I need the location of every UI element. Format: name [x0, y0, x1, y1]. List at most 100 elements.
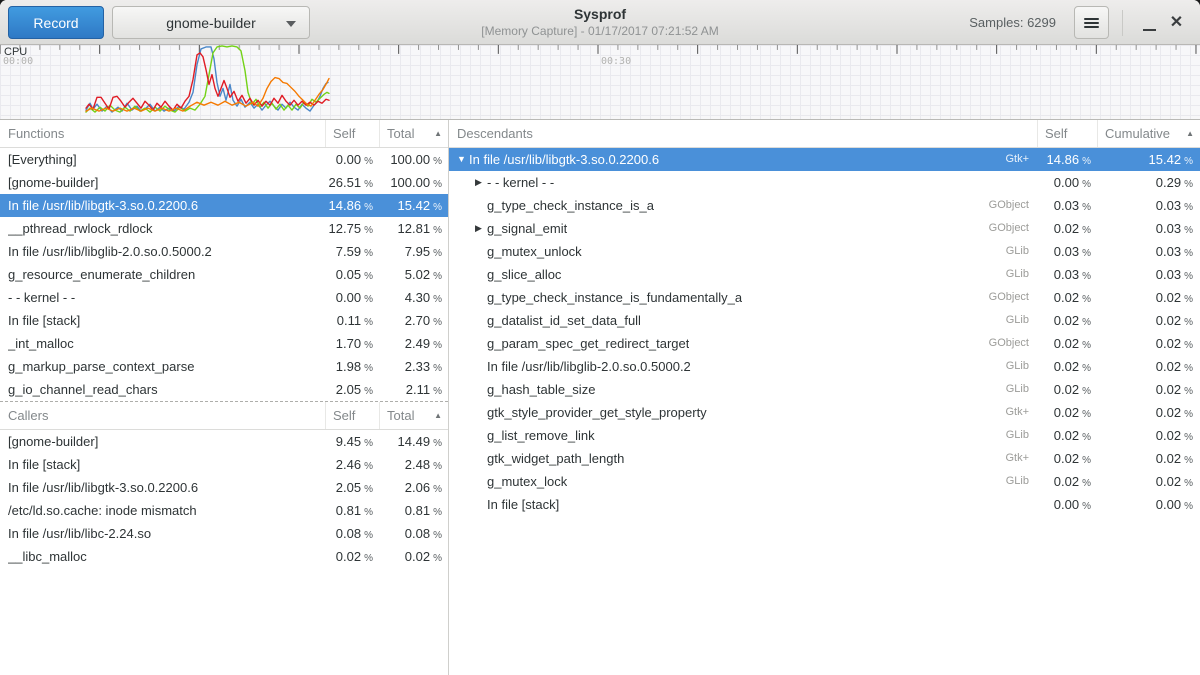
self-value-number: 0.03	[1054, 267, 1079, 282]
table-row[interactable]: ▶- - kernel - -0.00%0.29%	[449, 171, 1200, 194]
table-row[interactable]: g_datalist_id_set_data_fullGLib0.02%0.02…	[449, 309, 1200, 332]
table-row[interactable]: In file /usr/lib/libgtk-3.so.0.2200.62.0…	[0, 476, 448, 499]
percent-sign: %	[364, 484, 373, 495]
cumulative-value-number: 0.03	[1156, 221, 1181, 236]
column-header-total[interactable]: Total ▲	[379, 120, 448, 147]
self-value: 0.00%	[1037, 493, 1097, 516]
column-header-total[interactable]: Total ▲	[379, 402, 448, 429]
percent-sign: %	[1184, 225, 1193, 236]
column-header-callers[interactable]: Callers	[0, 402, 325, 429]
library-tag: GLib	[1006, 378, 1037, 401]
percent-sign: %	[364, 156, 373, 167]
column-header-self[interactable]: Self	[325, 120, 379, 147]
table-row[interactable]: /etc/ld.so.cache: inode mismatch0.81%0.8…	[0, 499, 448, 522]
table-row[interactable]: ▼In file /usr/lib/libgtk-3.so.0.2200.6Gt…	[449, 148, 1200, 171]
table-row[interactable]: g_list_remove_linkGLib0.02%0.02%	[449, 424, 1200, 447]
total-value: 0.02%	[379, 545, 448, 568]
percent-sign: %	[1184, 363, 1193, 374]
table-row[interactable]: - - kernel - -0.00%4.30%	[0, 286, 448, 309]
self-value: 2.46%	[325, 453, 379, 476]
cumulative-value: 0.03%	[1097, 217, 1200, 240]
column-header-descendants[interactable]: Descendants	[449, 120, 1037, 147]
table-row[interactable]: g_resource_enumerate_children0.05%5.02%	[0, 263, 448, 286]
table-row[interactable]: In file [stack]2.46%2.48%	[0, 453, 448, 476]
table-row[interactable]: g_markup_parse_context_parse1.98%2.33%	[0, 355, 448, 378]
record-button[interactable]: Record	[8, 6, 104, 39]
total-value: 0.81%	[379, 499, 448, 522]
total-value: 2.48%	[379, 453, 448, 476]
column-header-self[interactable]: Self	[1037, 120, 1097, 147]
percent-sign: %	[1082, 386, 1091, 397]
table-row[interactable]: gtk_style_provider_get_style_propertyGtk…	[449, 401, 1200, 424]
self-value-number: 0.05	[336, 267, 361, 282]
minimize-button[interactable]	[1136, 6, 1163, 39]
process-selector-dropdown[interactable]: gnome-builder	[112, 6, 310, 39]
table-row[interactable]: In file /usr/lib/libgtk-3.so.0.2200.614.…	[0, 194, 448, 217]
table-row[interactable]: _int_malloc1.70%2.49%	[0, 332, 448, 355]
table-row[interactable]: g_io_channel_read_chars2.05%2.11%	[0, 378, 448, 401]
table-row[interactable]: g_slice_allocGLib0.03%0.03%	[449, 263, 1200, 286]
function-name-cell: g_type_check_instance_is_aGObject	[449, 194, 1037, 217]
table-row[interactable]: In file [stack]0.00%0.00%	[449, 493, 1200, 516]
cumulative-value-number: 0.03	[1156, 244, 1181, 259]
function-name: In file /usr/lib/libgtk-3.so.0.2200.6	[469, 148, 659, 171]
self-value-number: 0.02	[1054, 336, 1079, 351]
menu-button[interactable]	[1074, 6, 1109, 39]
self-value-number: 0.00	[336, 290, 361, 305]
chevron-down-icon	[286, 21, 296, 27]
table-row[interactable]: In file [stack]0.11%2.70%	[0, 309, 448, 332]
column-header-cumulative-label: Cumulative	[1105, 126, 1170, 141]
table-row[interactable]: [Everything]0.00%100.00%	[0, 148, 448, 171]
column-header-cumulative[interactable]: Cumulative ▲	[1097, 120, 1200, 147]
self-value-number: 9.45	[336, 434, 361, 449]
function-name: g_slice_alloc	[487, 263, 561, 286]
column-header-self[interactable]: Self	[325, 402, 379, 429]
function-name: [gnome-builder]	[8, 430, 98, 453]
function-name-cell: ▶g_signal_emitGObject	[449, 217, 1037, 240]
table-row[interactable]: g_type_check_instance_is_aGObject0.03%0.…	[449, 194, 1200, 217]
expander-collapsed-icon[interactable]: ▶	[475, 217, 487, 240]
total-value: 15.42%	[379, 194, 448, 217]
table-row[interactable]: g_hash_table_sizeGLib0.02%0.02%	[449, 378, 1200, 401]
function-name: [gnome-builder]	[8, 171, 98, 194]
table-row[interactable]: [gnome-builder]9.45%14.49%	[0, 430, 448, 453]
table-row[interactable]: ▶g_signal_emitGObject0.02%0.03%	[449, 217, 1200, 240]
self-value: 0.02%	[1037, 217, 1097, 240]
table-row[interactable]: g_type_check_instance_is_fundamentally_a…	[449, 286, 1200, 309]
expander-expanded-icon[interactable]: ▼	[457, 148, 469, 171]
table-row[interactable]: In file /usr/lib/libglib-2.0.so.0.5000.2…	[449, 355, 1200, 378]
process-selector-value: gnome-builder	[166, 15, 256, 31]
expander-collapsed-icon[interactable]: ▶	[475, 171, 487, 194]
close-button[interactable]: ✕	[1163, 6, 1190, 39]
total-value: 2.70%	[379, 309, 448, 332]
library-tag: Gtk+	[1005, 401, 1037, 424]
table-row[interactable]: [gnome-builder]26.51%100.00%	[0, 171, 448, 194]
function-name-cell: In file /usr/lib/libglib-2.0.so.0.5000.2	[0, 240, 325, 263]
cumulative-value: 0.03%	[1097, 240, 1200, 263]
percent-sign: %	[364, 363, 373, 374]
self-value: 0.00%	[1037, 171, 1097, 194]
self-value: 0.02%	[1037, 355, 1097, 378]
function-name-cell: g_mutex_lockGLib	[449, 470, 1037, 493]
percent-sign: %	[1082, 271, 1091, 282]
percent-sign: %	[1082, 455, 1091, 466]
table-row[interactable]: g_mutex_unlockGLib0.03%0.03%	[449, 240, 1200, 263]
cumulative-value-number: 0.02	[1156, 428, 1181, 443]
self-value: 0.11%	[325, 309, 379, 332]
cpu-graph[interactable]: CPU 00:0000:30	[0, 45, 1200, 120]
table-row[interactable]: In file /usr/lib/libglib-2.0.so.0.5000.2…	[0, 240, 448, 263]
table-row[interactable]: g_mutex_lockGLib0.02%0.02%	[449, 470, 1200, 493]
table-row[interactable]: __pthread_rwlock_rdlock12.75%12.81%	[0, 217, 448, 240]
cumulative-value-number: 0.02	[1156, 382, 1181, 397]
table-row[interactable]: __libc_malloc0.02%0.02%	[0, 545, 448, 568]
function-name-cell: [gnome-builder]	[0, 171, 325, 194]
function-name: In file [stack]	[487, 493, 559, 516]
table-row[interactable]: In file /usr/lib/libc-2.24.so0.08%0.08%	[0, 522, 448, 545]
total-value-number: 2.48	[405, 457, 430, 472]
table-row[interactable]: g_param_spec_get_redirect_targetGObject0…	[449, 332, 1200, 355]
column-header-functions[interactable]: Functions	[0, 120, 325, 147]
self-value: 1.70%	[325, 332, 379, 355]
table-row[interactable]: gtk_widget_path_lengthGtk+0.02%0.02%	[449, 447, 1200, 470]
main-content: Functions Self Total ▲ [Everything]0.00%…	[0, 120, 1200, 675]
percent-sign: %	[1082, 478, 1091, 489]
